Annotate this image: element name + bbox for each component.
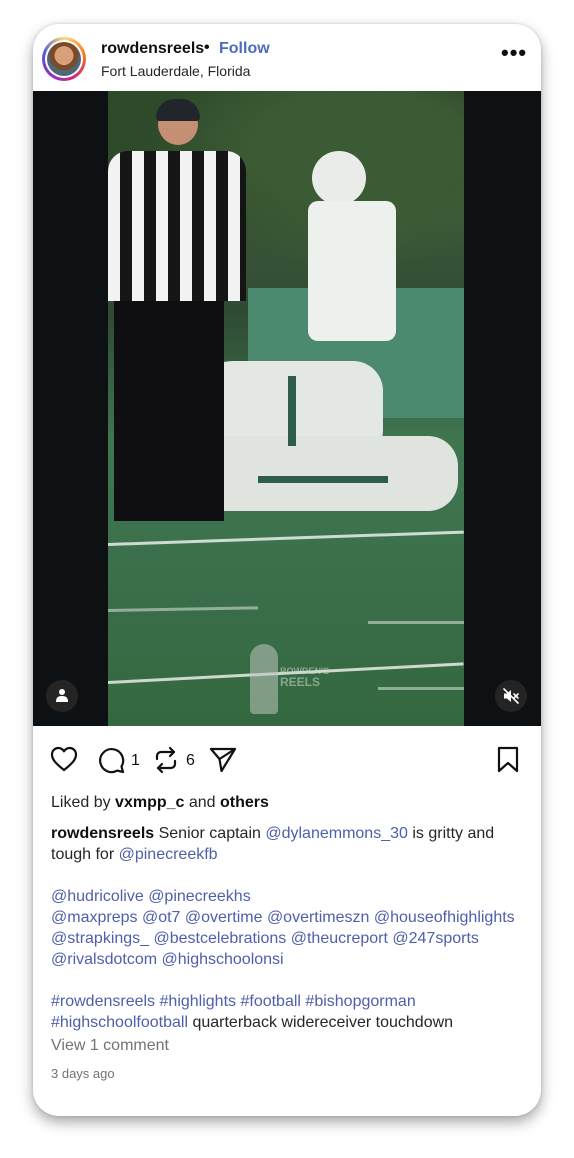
watermark-text: ROWDEN'S REELS	[280, 666, 329, 689]
mention-link[interactable]: @maxpreps	[51, 909, 138, 926]
avatar-ring-inner	[45, 40, 83, 78]
caption-text: rowdensreels Senior captain @dylanemmons…	[51, 823, 529, 865]
post-location[interactable]: Fort Lauderdale, Florida	[101, 63, 250, 79]
watermark-line2: REELS	[280, 675, 321, 689]
repost-icon[interactable]	[153, 746, 179, 774]
mention-link[interactable]: @highschoolonsi	[162, 951, 284, 968]
avatar-image	[47, 42, 81, 76]
mention-link[interactable]: @bestcelebrations	[154, 930, 287, 947]
comment-icon[interactable]	[97, 746, 125, 774]
mention-link[interactable]: @rivalsdotcom	[51, 951, 157, 968]
watermark-figure	[250, 644, 278, 714]
view-comments-link[interactable]: View 1 comment	[51, 1037, 169, 1055]
field-line	[108, 606, 259, 612]
referee-pants	[114, 296, 224, 521]
avatar[interactable]	[42, 37, 86, 81]
field-line	[108, 530, 464, 546]
player-helmet	[312, 151, 366, 205]
comment-count: 1	[131, 752, 140, 769]
hashtag-block: #rowdensreels #highlights #football #bis…	[51, 991, 529, 1033]
follow-button[interactable]: Follow	[219, 40, 270, 58]
watermark-logo: ROWDEN'S REELS	[246, 644, 329, 719]
video-player[interactable]: ROWDEN'S REELS	[33, 91, 541, 726]
hashtag-link[interactable]: #bishopgorman	[305, 993, 415, 1010]
likes-middle: and	[188, 794, 216, 811]
mention-link[interactable]: @pinecreekhs	[148, 888, 251, 905]
mention-link[interactable]: @pinecreekfb	[119, 846, 218, 863]
hashtag-link[interactable]: #highschoolfootball	[51, 1014, 188, 1031]
mention-link[interactable]: @strapkings_	[51, 930, 149, 947]
likes-prefix: Liked by	[51, 794, 111, 811]
mute-button[interactable]	[495, 680, 527, 712]
liked-by-others[interactable]: others	[220, 794, 269, 811]
player-standing	[308, 201, 396, 341]
more-options-icon[interactable]: •••	[501, 42, 527, 64]
mention-link[interactable]: @hudricolive	[51, 888, 144, 905]
video-frame: ROWDEN'S REELS	[108, 91, 464, 726]
mention-link[interactable]: @overtime	[185, 909, 263, 926]
mention-link[interactable]: @theucreport	[291, 930, 388, 947]
action-bar: 1 6	[33, 726, 541, 796]
post-username[interactable]: rowdensreels	[101, 40, 204, 58]
likes-summary: Liked by vxmpp_c and others	[51, 794, 269, 812]
liked-by-user[interactable]: vxmpp_c	[115, 794, 184, 811]
referee	[108, 99, 246, 521]
hashtag-link[interactable]: #rowdensreels	[51, 993, 155, 1010]
mention-link[interactable]: @overtimeszn	[267, 909, 370, 926]
mention-link[interactable]: @houseofhighlights	[374, 909, 515, 926]
mention-link[interactable]: @ot7	[142, 909, 180, 926]
field-line	[368, 621, 464, 624]
uniform-stripe	[258, 476, 388, 483]
post-timestamp: 3 days ago	[51, 1066, 115, 1081]
mention-block: @hudricolive @pinecreekhs @maxpreps @ot7…	[51, 886, 529, 970]
mention-link[interactable]: @247sports	[392, 930, 479, 947]
mute-icon	[503, 688, 519, 704]
separator-dot: •	[204, 39, 210, 56]
mention-link[interactable]: @dylanemmons_30	[265, 825, 408, 842]
bookmark-icon[interactable]	[497, 746, 519, 774]
caption-text-part: Senior captain	[158, 825, 261, 842]
share-icon[interactable]	[209, 746, 237, 774]
caption-username[interactable]: rowdensreels	[51, 825, 154, 842]
post-header: rowdensreels • Follow Fort Lauderdale, F…	[33, 24, 541, 91]
caption-tail-text: quarterback widereceiver touchdown	[192, 1014, 454, 1031]
tagged-people-button[interactable]	[46, 680, 78, 712]
repost-count: 6	[186, 752, 195, 769]
referee-shirt	[108, 151, 246, 301]
person-icon	[56, 689, 68, 702]
hashtag-link[interactable]: #football	[240, 993, 301, 1010]
post-card: rowdensreels • Follow Fort Lauderdale, F…	[33, 24, 541, 1116]
uniform-stripe	[288, 376, 296, 446]
post-caption: rowdensreels Senior captain @dylanemmons…	[51, 823, 529, 1033]
field-line	[378, 687, 464, 690]
hashtag-link[interactable]: #highlights	[160, 993, 237, 1010]
heart-icon[interactable]	[50, 746, 78, 772]
